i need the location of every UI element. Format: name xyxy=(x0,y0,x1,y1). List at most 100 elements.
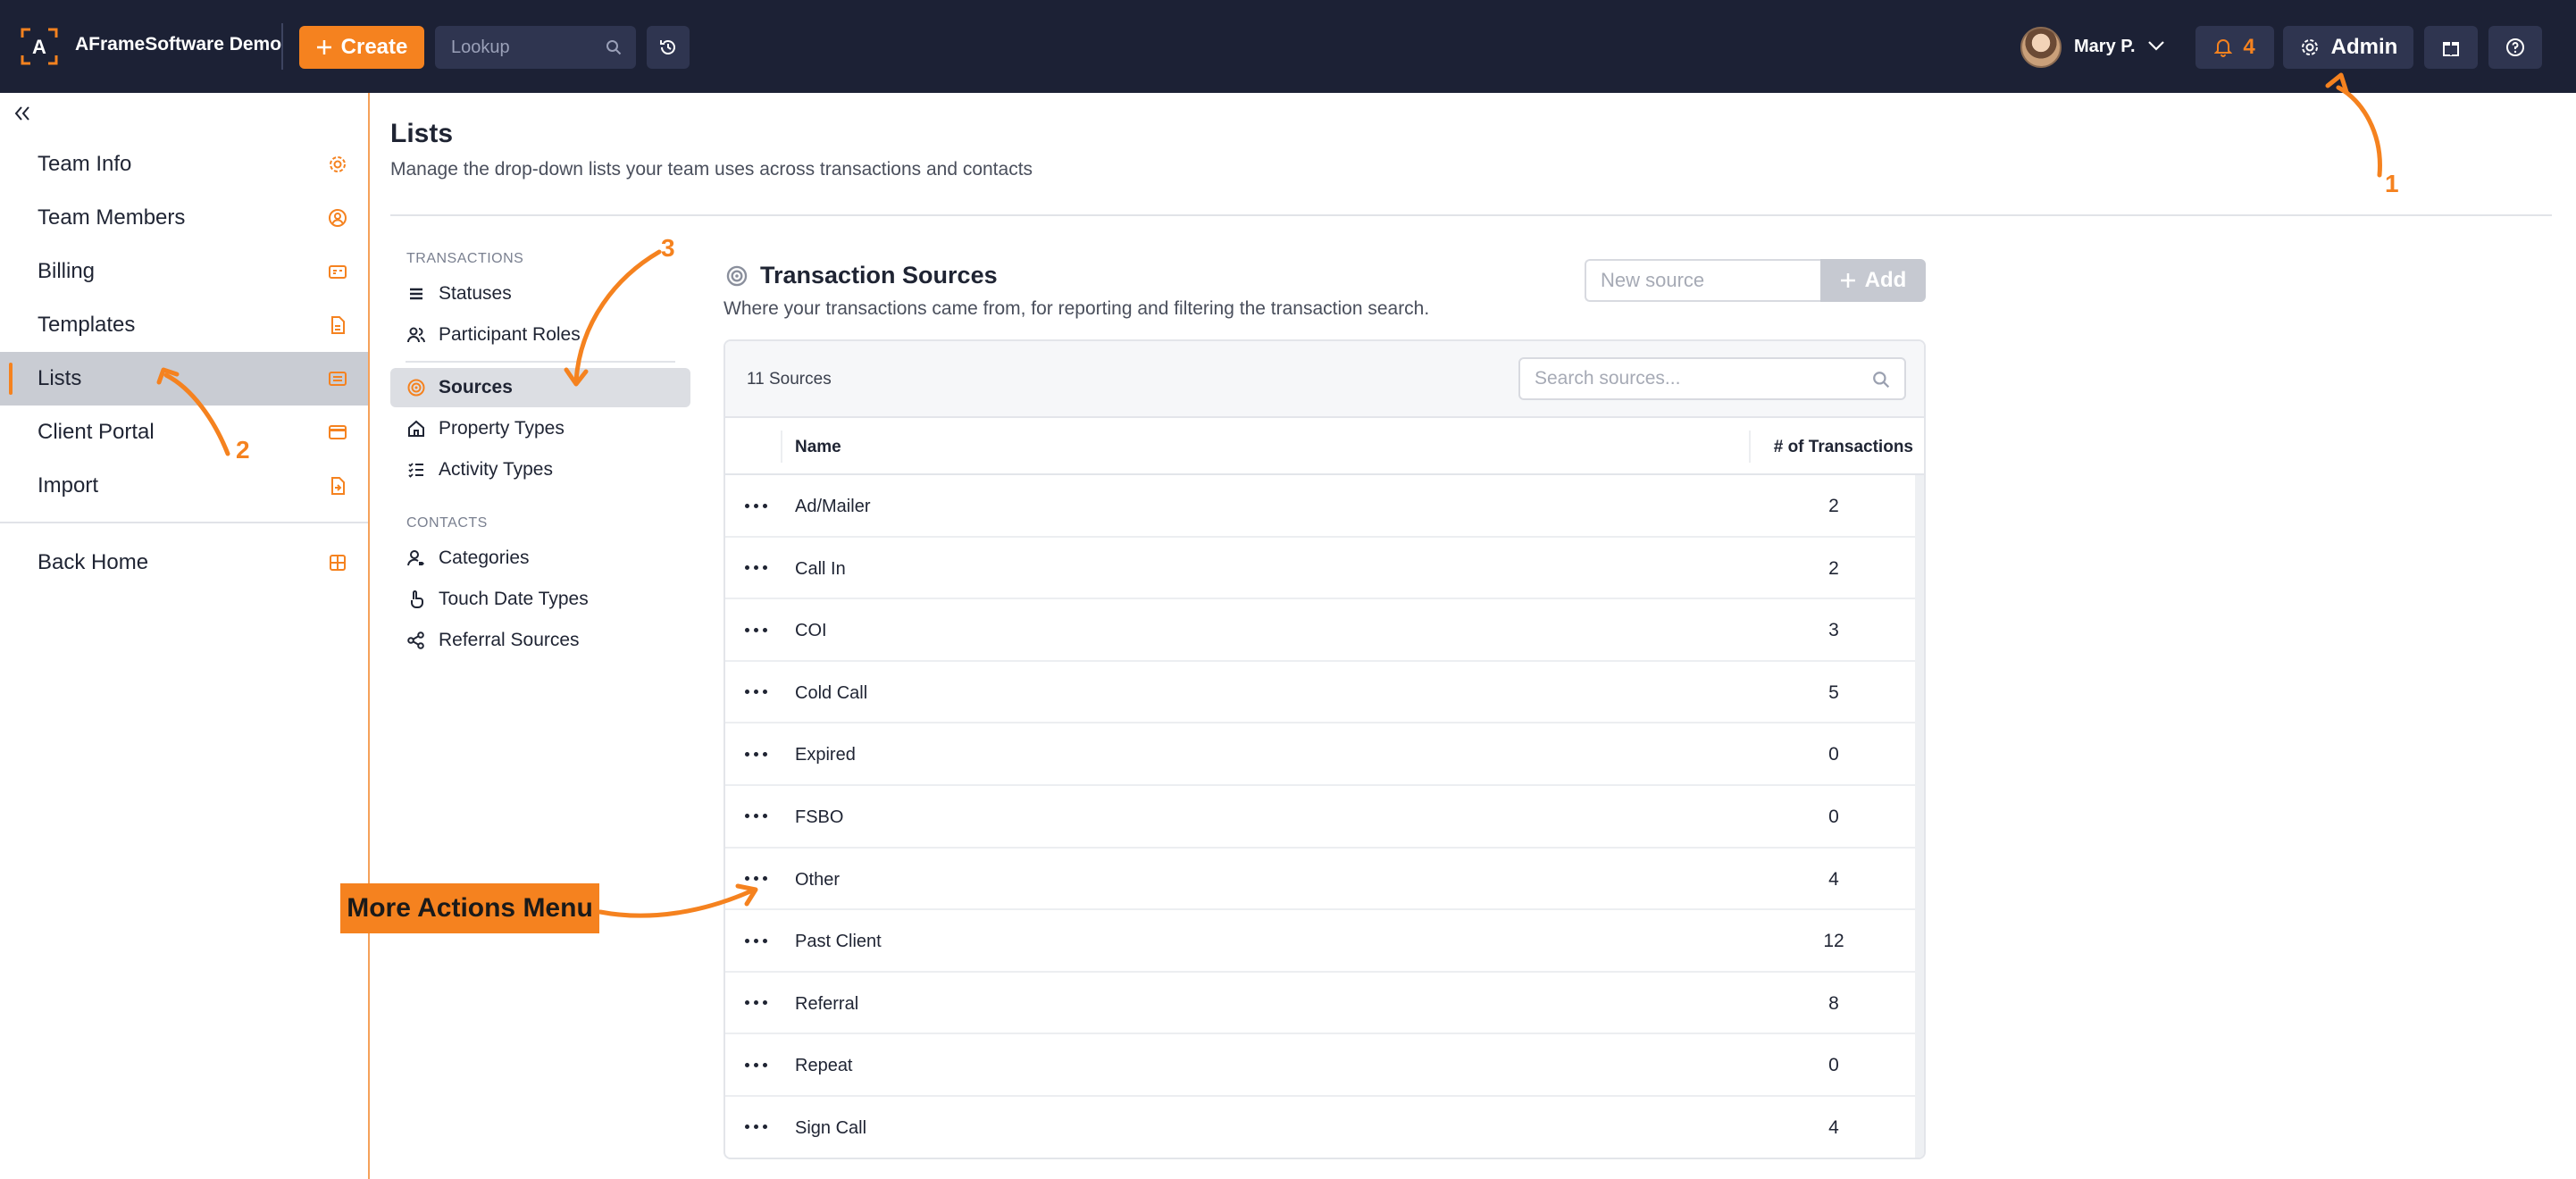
table-row[interactable]: Cold Call 5 xyxy=(725,662,1919,724)
plus-icon xyxy=(1840,273,1855,288)
table-row[interactable]: Ad/Mailer 2 xyxy=(725,475,1919,538)
more-actions-icon[interactable] xyxy=(745,1056,772,1074)
more-actions-icon[interactable] xyxy=(745,932,772,949)
table-row[interactable]: Call In 2 xyxy=(725,538,1919,600)
search-icon xyxy=(1873,372,1890,389)
table-row[interactable]: Referral 8 xyxy=(725,973,1919,1035)
more-actions-icon[interactable] xyxy=(745,559,772,577)
transaction-count: 2 xyxy=(1828,557,1839,579)
sidebar-item-client-portal[interactable]: Client Portal xyxy=(0,406,368,459)
sidebar-item-team-info[interactable]: Team Info xyxy=(0,138,368,191)
table-toolbar: 11 Sources xyxy=(725,341,1924,418)
more-actions-icon[interactable] xyxy=(745,621,772,639)
gear-icon xyxy=(2301,39,2318,55)
transaction-count: 5 xyxy=(1828,681,1839,703)
svg-text:A: A xyxy=(32,36,46,58)
sources-table-panel: 11 Sources Name # of Transactions Ad/Mai… xyxy=(723,339,1926,1159)
column-header-name[interactable]: Name xyxy=(795,438,841,457)
sidebar-item-templates[interactable]: Templates xyxy=(0,298,368,352)
new-source-input[interactable] xyxy=(1585,259,1820,302)
user-tag-icon xyxy=(407,550,424,566)
create-button[interactable]: Create xyxy=(299,26,424,69)
more-actions-icon[interactable] xyxy=(745,870,772,888)
lookup-input[interactable] xyxy=(435,26,596,69)
table-row[interactable]: Repeat 0 xyxy=(725,1034,1919,1097)
source-name: Repeat xyxy=(795,1056,853,1076)
table-body: Ad/Mailer 2 Call In 2 COI 3 Cold Call 5 Expired 0… xyxy=(725,475,1919,1158)
admin-button[interactable]: Admin xyxy=(2283,26,2413,69)
stack-icon xyxy=(410,288,422,300)
notifications-button[interactable]: 4 xyxy=(2195,26,2274,69)
subnav-item-label: Participant Roles xyxy=(439,324,581,345)
target-icon xyxy=(726,265,748,287)
sidebar-item-team-members[interactable]: Team Members xyxy=(0,191,368,245)
subnav-item-label: Touch Date Types xyxy=(439,589,589,609)
subnav-divider xyxy=(406,361,675,363)
table-row[interactable]: Other 4 xyxy=(725,849,1919,911)
users-icon xyxy=(407,327,425,343)
subnav-item-categories[interactable]: Categories xyxy=(390,539,690,578)
search-sources-field[interactable] xyxy=(1518,357,1906,400)
section-title: Transaction Sources xyxy=(760,262,998,288)
table-row[interactable]: Sign Call 4 xyxy=(725,1097,1919,1158)
search-sources-input[interactable] xyxy=(1520,359,1860,398)
table-row[interactable]: Past Client 12 xyxy=(725,910,1919,973)
annotation-marker-3: 3 xyxy=(661,234,675,262)
transaction-count: 2 xyxy=(1828,496,1839,516)
subnav-item-statuses[interactable]: Statuses xyxy=(390,274,690,314)
gear-icon xyxy=(330,156,346,172)
sidebar-item-lists[interactable]: Lists xyxy=(0,352,368,406)
column-header-count[interactable]: # of Transactions xyxy=(1774,438,1913,457)
chevron-down-icon[interactable] xyxy=(2147,39,2165,52)
whats-new-button[interactable] xyxy=(2424,26,2478,69)
lookup-field[interactable] xyxy=(435,26,636,69)
subnav-item-touch-date-types[interactable]: Touch Date Types xyxy=(390,580,690,619)
table-row[interactable]: COI 3 xyxy=(725,599,1919,662)
help-icon xyxy=(2506,38,2524,56)
source-name: Sign Call xyxy=(795,1117,867,1138)
source-name: Expired xyxy=(795,745,856,765)
subnav-item-participant-roles[interactable]: Participant Roles xyxy=(390,315,690,355)
portal-card-icon xyxy=(329,425,347,439)
source-name: Cold Call xyxy=(795,682,868,703)
source-name: FSBO xyxy=(795,807,844,827)
sidebar-item-back-home[interactable]: Back Home xyxy=(0,536,368,590)
more-actions-icon[interactable] xyxy=(745,1118,772,1136)
subnav-item-property-types[interactable]: Property Types xyxy=(390,409,690,448)
source-name: Referral xyxy=(795,993,859,1014)
subnav-item-label: Statuses xyxy=(439,283,512,304)
hand-pointer-icon xyxy=(411,590,423,608)
scrollbar[interactable] xyxy=(1915,475,1924,1158)
search-icon xyxy=(606,40,622,55)
subnav-item-sources[interactable]: Sources xyxy=(390,368,690,407)
history-button[interactable] xyxy=(647,26,690,69)
more-actions-callout: More Actions Menu xyxy=(340,883,599,933)
more-actions-icon[interactable] xyxy=(745,994,772,1012)
more-actions-icon[interactable] xyxy=(745,683,772,701)
subnav-item-referral-sources[interactable]: Referral Sources xyxy=(390,621,690,660)
section-subtitle: Where your transactions came from, for r… xyxy=(723,298,1430,319)
transaction-count: 12 xyxy=(1823,931,1844,952)
user-name[interactable]: Mary P. xyxy=(2074,37,2136,57)
more-actions-icon[interactable] xyxy=(745,497,772,514)
help-button[interactable] xyxy=(2488,26,2542,69)
sidebar-item-import[interactable]: Import xyxy=(0,459,368,513)
aframe-logo[interactable]: A xyxy=(20,27,59,66)
sidebar-item-billing[interactable]: Billing xyxy=(0,245,368,298)
collapse-sidebar-icon[interactable] xyxy=(13,104,32,123)
transaction-count: 3 xyxy=(1828,620,1839,641)
admin-label: Admin xyxy=(2330,35,2398,59)
arrow-to-admin xyxy=(2336,85,2382,178)
transaction-count: 8 xyxy=(1828,992,1839,1014)
more-actions-icon[interactable] xyxy=(745,745,772,763)
brand-name: AFrameSoftware Demo xyxy=(75,34,282,54)
more-actions-icon[interactable] xyxy=(745,807,772,825)
add-source-button[interactable]: Add xyxy=(1820,259,1926,302)
top-bar: A AFrameSoftware Demo Create Mary P. 4 A… xyxy=(0,0,2576,93)
sources-count: 11 Sources xyxy=(747,370,832,389)
history-icon xyxy=(660,40,675,54)
user-avatar[interactable] xyxy=(2020,27,2062,68)
table-row[interactable]: Expired 0 xyxy=(725,723,1919,786)
subnav-item-activity-types[interactable]: Activity Types xyxy=(390,450,690,489)
table-row[interactable]: FSBO 0 xyxy=(725,786,1919,849)
